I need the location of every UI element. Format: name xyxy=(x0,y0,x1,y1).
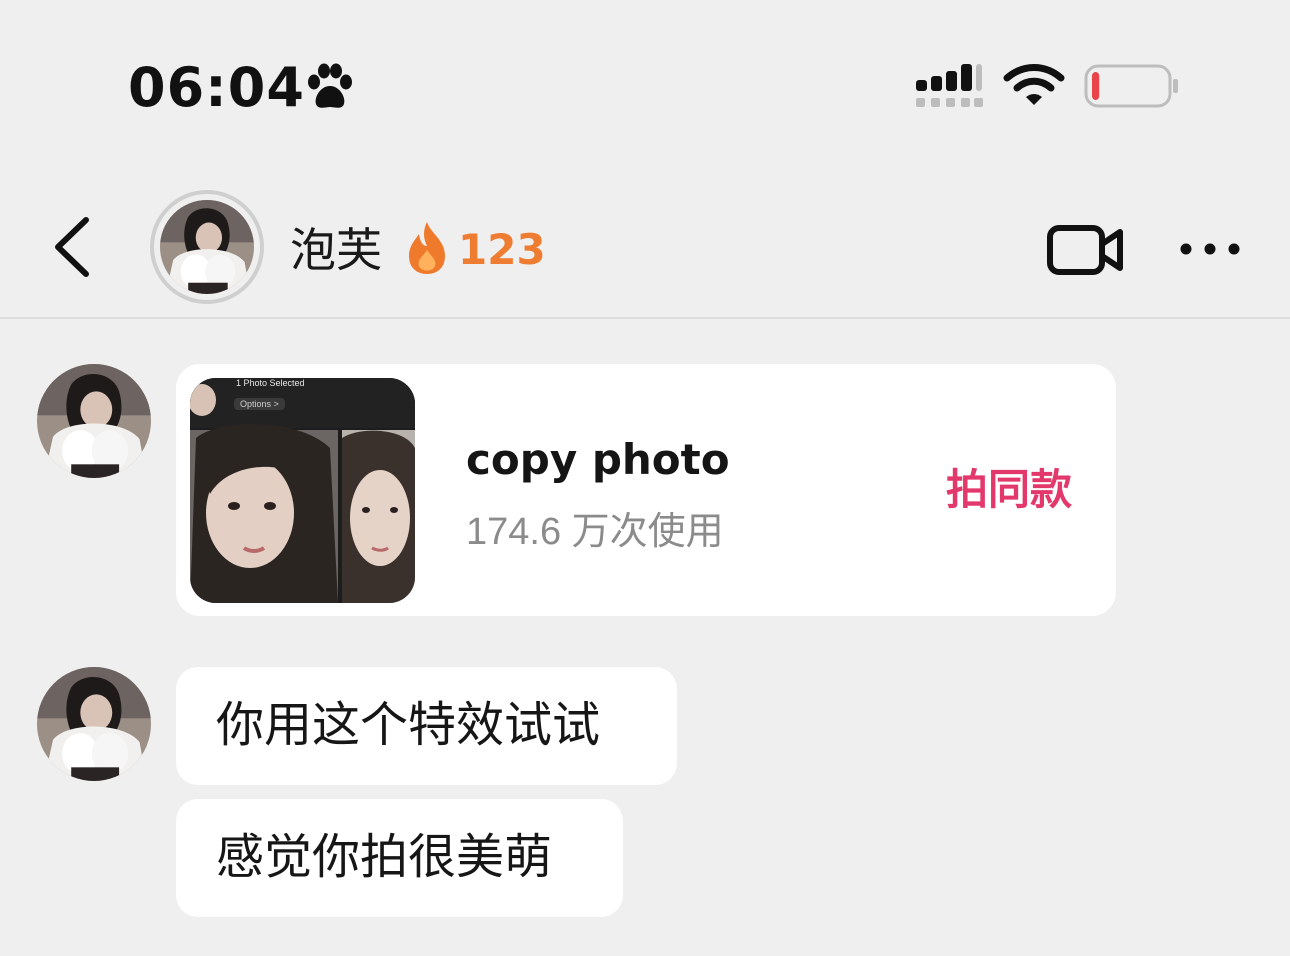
thumbnail-header-text: 1 Photo Selected xyxy=(236,378,305,388)
fire-icon xyxy=(409,222,445,274)
effect-share-card[interactable]: 1 Photo Selected Options > copy photo 17… xyxy=(176,364,1116,616)
avatar-photo xyxy=(37,364,151,478)
message-bubble[interactable]: 你用这个特效试试 xyxy=(176,667,677,785)
avatar-photo xyxy=(37,667,151,781)
effect-usage-count: 174.6 万次使用 xyxy=(466,511,724,553)
status-bar: 06:04 xyxy=(0,0,1290,170)
video-call-button[interactable] xyxy=(1046,222,1124,278)
effect-thumbnail: 1 Photo Selected Options > xyxy=(190,378,415,603)
avatar-photo xyxy=(160,200,254,294)
streak-count: 123 xyxy=(458,225,546,274)
back-button[interactable] xyxy=(44,212,104,282)
battery-low-icon xyxy=(1084,64,1178,108)
paw-icon xyxy=(308,63,352,108)
message-bubble[interactable]: 感觉你拍很美萌 xyxy=(176,799,623,917)
cellular-signal-icon xyxy=(916,64,983,107)
sender-avatar[interactable] xyxy=(37,364,151,478)
contact-avatar[interactable] xyxy=(150,190,264,304)
thumbnail-options-text: Options > xyxy=(234,398,285,410)
wifi-icon xyxy=(1003,64,1065,105)
contact-name: 泡芙 xyxy=(290,224,382,276)
more-options-button[interactable] xyxy=(1176,232,1244,266)
effect-title: copy photo xyxy=(466,435,730,484)
status-time: 06:04 xyxy=(128,56,305,119)
sender-avatar[interactable] xyxy=(37,667,151,781)
shoot-same-button[interactable]: 拍同款 xyxy=(946,464,1072,516)
chat-header: 泡芙 123 xyxy=(0,170,1290,319)
thumbnail-photo xyxy=(190,378,415,603)
